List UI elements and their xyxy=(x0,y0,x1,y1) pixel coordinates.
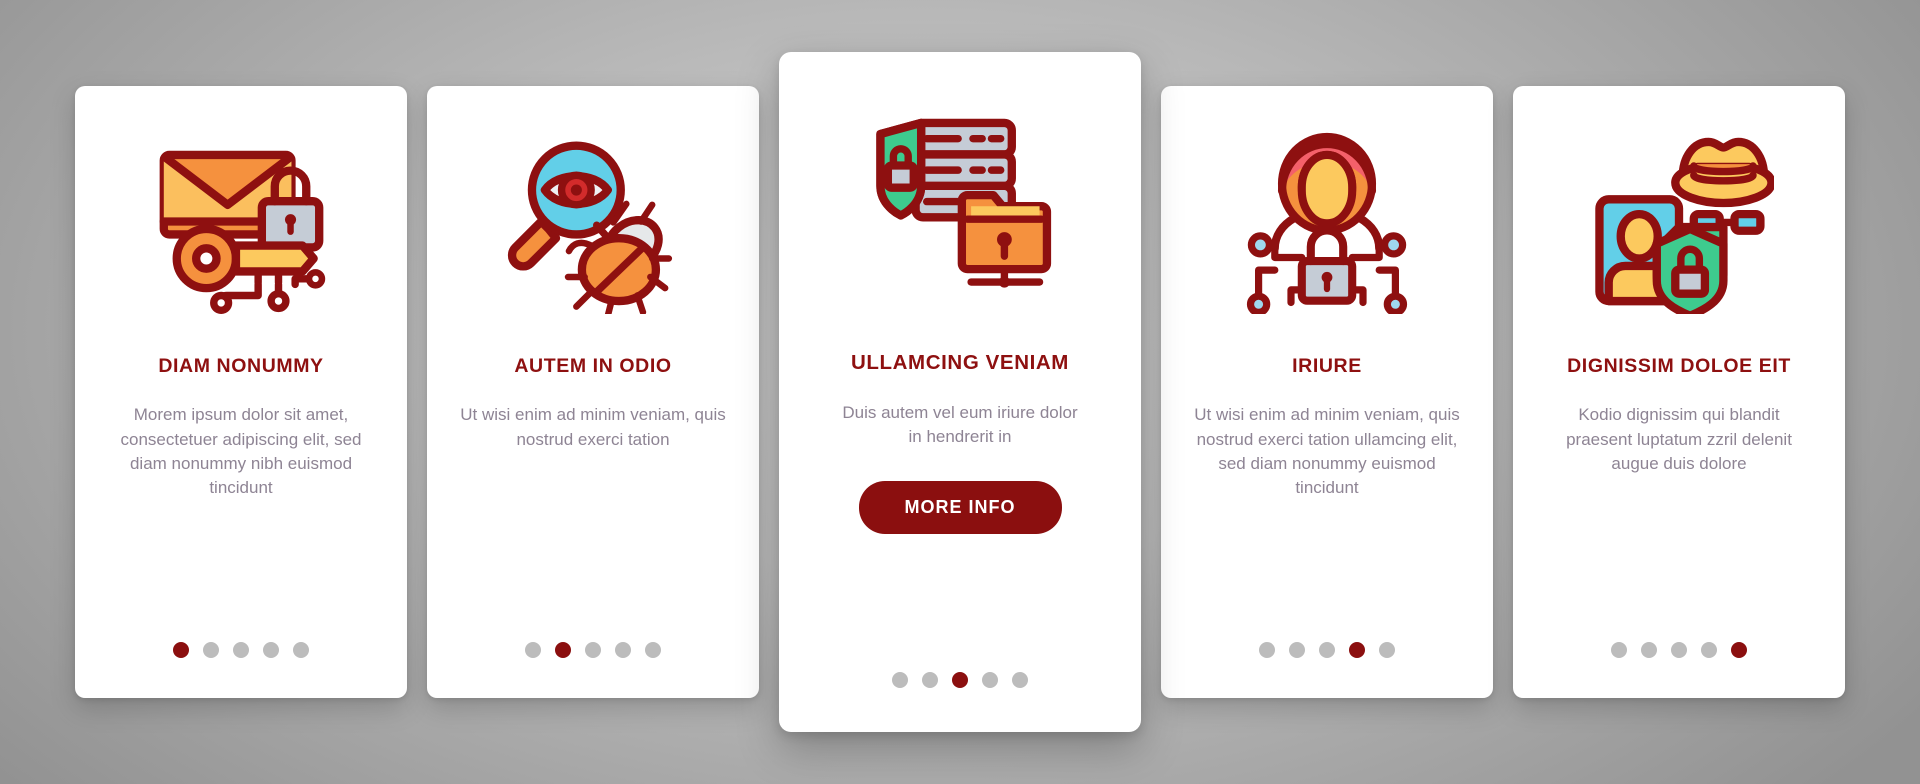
card-title: DIGNISSIM DOLOE EIT xyxy=(1567,355,1791,377)
card-description: Duis autem vel eum iriure dolor in hendr… xyxy=(842,402,1078,446)
spyware-detection-magnifier-bug-icon xyxy=(449,86,737,356)
card-title: DIAM NONUMMY xyxy=(158,355,324,377)
pagination-dot[interactable] xyxy=(293,642,309,658)
onboarding-card-5[interactable]: DIGNISSIM DOLOE EIT Kodio dignissim qui … xyxy=(1513,86,1845,698)
pagination-dot[interactable] xyxy=(203,642,219,658)
onboarding-cards-row: DIAM NONUMMY Morem ipsum dolor sit amet,… xyxy=(0,0,1920,784)
pagination-dot[interactable] xyxy=(263,642,279,658)
pagination-dot[interactable] xyxy=(1701,642,1717,658)
onboarding-card-1[interactable]: DIAM NONUMMY Morem ipsum dolor sit amet,… xyxy=(75,86,407,698)
onboarding-screens-stage: DIAM NONUMMY Morem ipsum dolor sit amet,… xyxy=(0,0,1920,784)
card-description: Kodio dignissim qui blandit praesent lup… xyxy=(1566,405,1792,473)
more-info-button[interactable]: MORE INFO xyxy=(858,480,1062,534)
hacker-network-lock-icon xyxy=(1183,86,1471,356)
pagination-dot[interactable] xyxy=(233,642,249,658)
pagination-dots xyxy=(75,642,407,658)
pagination-dot[interactable] xyxy=(1731,642,1747,658)
pagination-dot[interactable] xyxy=(615,642,631,658)
card-description: Ut wisi enim ad minim veniam, quis nostr… xyxy=(1194,405,1460,497)
pagination-dot[interactable] xyxy=(1319,642,1335,658)
pagination-dot[interactable] xyxy=(525,642,541,658)
encrypted-email-key-icon xyxy=(97,86,385,356)
pagination-dot[interactable] xyxy=(1611,642,1627,658)
pagination-dot[interactable] xyxy=(1641,642,1657,658)
pagination-dot[interactable] xyxy=(173,642,189,658)
pagination-dot[interactable] xyxy=(1289,642,1305,658)
secure-server-folder-shield-icon xyxy=(801,52,1119,352)
pagination-dot[interactable] xyxy=(645,642,661,658)
pagination-dot[interactable] xyxy=(1671,642,1687,658)
pagination-dot[interactable] xyxy=(1379,642,1395,658)
pagination-dot[interactable] xyxy=(1349,642,1365,658)
card-title: IRIURE xyxy=(1292,355,1362,377)
onboarding-card-4[interactable]: IRIURE Ut wisi enim ad minim veniam, qui… xyxy=(1161,86,1493,698)
pagination-dots xyxy=(779,672,1141,688)
pagination-dots xyxy=(1161,642,1493,658)
pagination-dot[interactable] xyxy=(585,642,601,658)
onboarding-card-3[interactable]: ULLAMCING VENIAM Duis autem vel eum iriu… xyxy=(779,52,1141,732)
pagination-dot[interactable] xyxy=(1259,642,1275,658)
card-description: Ut wisi enim ad minim veniam, quis nostr… xyxy=(460,405,726,449)
pagination-dot[interactable] xyxy=(952,672,968,688)
identity-privacy-spy-icon xyxy=(1535,86,1823,356)
pagination-dot[interactable] xyxy=(922,672,938,688)
pagination-dot[interactable] xyxy=(555,642,571,658)
pagination-dot[interactable] xyxy=(982,672,998,688)
pagination-dots xyxy=(1513,642,1845,658)
pagination-dot[interactable] xyxy=(1012,672,1028,688)
pagination-dots xyxy=(427,642,759,658)
card-description: Morem ipsum dolor sit amet, consectetuer… xyxy=(120,405,362,497)
onboarding-card-2[interactable]: AUTEM IN ODIO Ut wisi enim ad minim veni… xyxy=(427,86,759,698)
pagination-dot[interactable] xyxy=(892,672,908,688)
card-title: AUTEM IN ODIO xyxy=(514,355,672,377)
card-title: ULLAMCING VENIAM xyxy=(850,351,1069,374)
